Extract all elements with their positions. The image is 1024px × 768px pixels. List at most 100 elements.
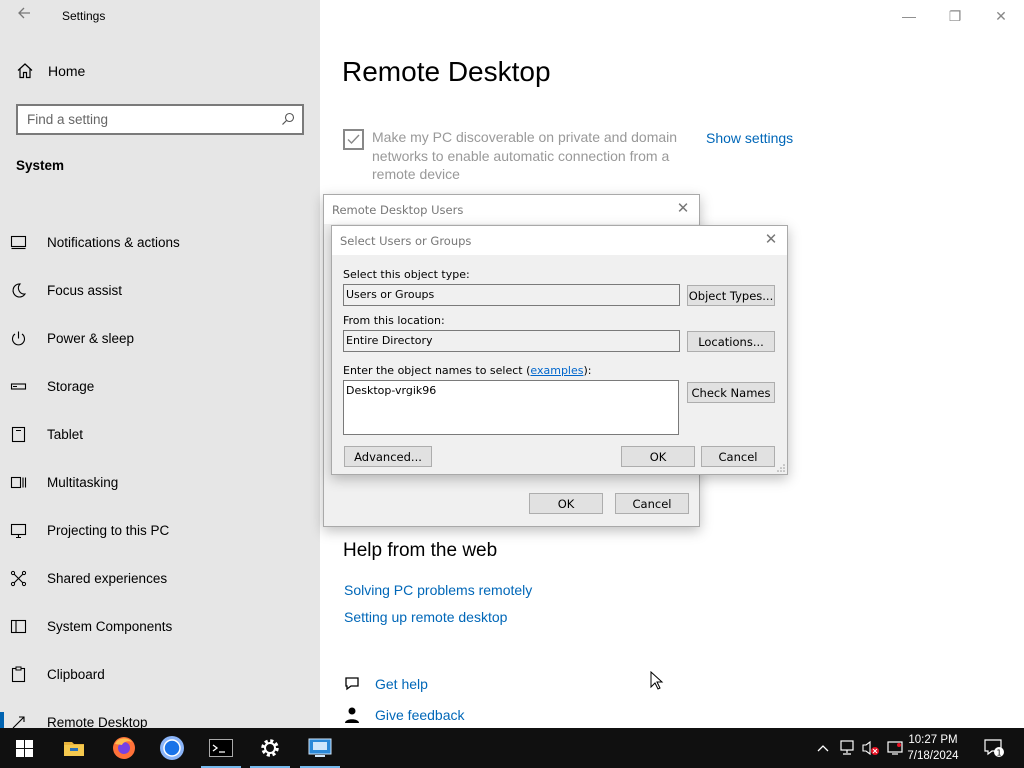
object-names-input[interactable]: Desktop-vrgik96 bbox=[343, 380, 679, 435]
sidebar-item-label: Tablet bbox=[47, 426, 84, 442]
start-icon[interactable] bbox=[0, 728, 48, 768]
discoverable-checkbox[interactable] bbox=[343, 129, 364, 150]
location-field: Entire Directory bbox=[343, 330, 680, 352]
sidebar-item-label: System Components bbox=[47, 618, 173, 634]
help-section-title: Help from the web bbox=[343, 540, 498, 561]
help-link-setup-remote-desktop[interactable]: Setting up remote desktop bbox=[344, 609, 507, 625]
taskbar: 10:27 PM 7/18/2024 1 bbox=[0, 728, 1024, 768]
home-nav-item[interactable]: Home bbox=[16, 62, 85, 80]
resize-grip-icon[interactable] bbox=[777, 464, 785, 472]
sidebar-item-tablet[interactable]: Tablet bbox=[0, 416, 320, 452]
sidebar-item-shared-experiences[interactable]: Shared experiences bbox=[0, 560, 320, 596]
moon-icon bbox=[12, 282, 27, 298]
sidebar-item-label: Shared experiences bbox=[47, 570, 168, 586]
give-feedback-label: Give feedback bbox=[375, 707, 465, 723]
notifications-icon bbox=[10, 235, 27, 249]
sidebar-item-label: Storage bbox=[47, 378, 95, 394]
sidebar: Settings Home System Notifications & act… bbox=[0, 0, 320, 728]
power-icon bbox=[11, 331, 26, 345]
get-help-label: Get help bbox=[375, 676, 428, 692]
show-settings-link[interactable]: Show settings bbox=[706, 130, 793, 146]
remote-desktop-icon bbox=[12, 715, 25, 728]
clock-time: 10:27 PM bbox=[908, 734, 958, 746]
back-arrow-icon[interactable] bbox=[14, 6, 34, 26]
sidebar-item-label: Multitasking bbox=[47, 474, 119, 490]
help-link-solving-problems[interactable]: Solving PC problems remotely bbox=[344, 582, 532, 598]
minimize-icon[interactable]: — bbox=[886, 0, 932, 32]
home-icon bbox=[17, 63, 33, 79]
feedback-icon bbox=[345, 707, 359, 723]
app-title: Settings bbox=[62, 9, 106, 23]
clock[interactable]: 10:27 PM 7/18/2024 bbox=[898, 732, 968, 764]
sidebar-item-system-components[interactable]: System Components bbox=[0, 608, 320, 644]
select-users-dialog: Select Users or Groups ✕ Select this obj… bbox=[331, 225, 788, 475]
storage-icon bbox=[10, 382, 27, 390]
search-box[interactable] bbox=[16, 104, 304, 135]
discoverable-option: Make my PC discoverable on private and d… bbox=[343, 128, 692, 184]
volume-muted-icon[interactable] bbox=[860, 728, 882, 768]
sidebar-item-projecting[interactable]: Projecting to this PC bbox=[0, 512, 320, 548]
cancel-button[interactable]: Cancel bbox=[701, 446, 775, 467]
clipboard-icon bbox=[11, 666, 26, 682]
chevron-up-icon[interactable] bbox=[812, 728, 834, 768]
settings-icon[interactable] bbox=[246, 728, 294, 768]
dialog-title: Select Users or Groups bbox=[332, 226, 787, 255]
examples-link[interactable]: examples bbox=[530, 364, 583, 377]
advanced-button[interactable]: Advanced... bbox=[344, 446, 432, 467]
close-icon[interactable]: ✕ bbox=[675, 200, 691, 216]
file-explorer-icon[interactable] bbox=[50, 728, 98, 768]
object-type-field: Users or Groups bbox=[343, 284, 680, 306]
object-types-button[interactable]: Object Types... bbox=[687, 285, 775, 306]
locations-button[interactable]: Locations... bbox=[687, 331, 775, 352]
window-controls: — ❐ ✕ bbox=[886, 0, 1024, 32]
sidebar-item-power-sleep[interactable]: Power & sleep bbox=[0, 320, 320, 356]
sidebar-item-remote-desktop[interactable]: Remote Desktop bbox=[0, 704, 320, 728]
sidebar-item-label: Clipboard bbox=[47, 666, 105, 682]
give-feedback-link[interactable]: Give feedback bbox=[343, 706, 465, 724]
tablet-icon bbox=[11, 426, 26, 442]
network-icon[interactable] bbox=[836, 728, 858, 768]
get-help-link[interactable]: Get help bbox=[343, 675, 428, 693]
sidebar-item-notifications[interactable]: Notifications & actions bbox=[0, 224, 320, 260]
close-icon[interactable]: ✕ bbox=[763, 231, 779, 247]
sidebar-item-multitasking[interactable]: Multitasking bbox=[0, 464, 320, 500]
sidebar-item-clipboard[interactable]: Clipboard bbox=[0, 656, 320, 692]
clock-date: 7/18/2024 bbox=[907, 750, 959, 762]
remote-desktop-app-icon[interactable] bbox=[296, 728, 344, 768]
sidebar-item-label: Power & sleep bbox=[47, 330, 135, 346]
sidebar-item-label: Projecting to this PC bbox=[47, 522, 170, 538]
search-input[interactable] bbox=[18, 106, 268, 133]
ok-button[interactable]: OK bbox=[529, 493, 603, 514]
terminal-icon[interactable] bbox=[197, 728, 245, 768]
notification-count: 1 bbox=[996, 749, 1001, 758]
location-label: From this location: bbox=[343, 314, 445, 327]
projector-icon bbox=[10, 523, 27, 538]
multitasking-icon bbox=[10, 476, 27, 488]
search-icon[interactable] bbox=[281, 112, 295, 126]
restore-icon[interactable]: ❐ bbox=[932, 0, 978, 32]
page-title: Remote Desktop bbox=[342, 56, 551, 87]
object-type-label: Select this object type: bbox=[343, 268, 470, 281]
firefox-icon[interactable] bbox=[100, 728, 148, 768]
sidebar-item-label: Remote Desktop bbox=[47, 714, 148, 729]
sidebar-item-storage[interactable]: Storage bbox=[0, 368, 320, 404]
object-names-label: Enter the object names to select (exampl… bbox=[343, 364, 592, 377]
chrome-icon[interactable] bbox=[148, 728, 196, 768]
checkmark-icon bbox=[347, 134, 360, 145]
components-icon bbox=[10, 619, 27, 633]
cancel-button[interactable]: Cancel bbox=[615, 493, 689, 514]
close-icon[interactable]: ✕ bbox=[978, 0, 1024, 32]
sidebar-item-label: Notifications & actions bbox=[47, 234, 180, 250]
notification-center-icon[interactable]: 1 bbox=[980, 728, 1008, 768]
section-title: System bbox=[16, 158, 65, 173]
get-help-icon bbox=[345, 677, 359, 691]
sidebar-item-label: Focus assist bbox=[47, 282, 123, 298]
sidebar-item-focus-assist[interactable]: Focus assist bbox=[0, 272, 320, 308]
dialog-title: Remote Desktop Users bbox=[324, 195, 699, 224]
home-label: Home bbox=[48, 63, 86, 79]
discoverable-text: Make my PC discoverable on private and d… bbox=[372, 129, 678, 182]
shared-icon bbox=[10, 570, 27, 586]
check-names-button[interactable]: Check Names bbox=[687, 382, 775, 403]
ok-button[interactable]: OK bbox=[621, 446, 695, 467]
mouse-cursor-icon bbox=[650, 671, 664, 690]
